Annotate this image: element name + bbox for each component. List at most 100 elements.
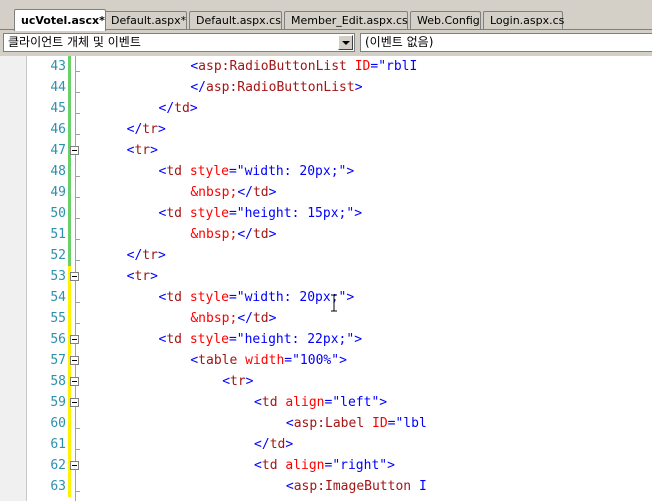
code-line[interactable]: 63 <asp:ImageButton I (0, 476, 652, 497)
change-tracking-bar (68, 308, 71, 329)
line-number: 57 (50, 353, 66, 368)
code-token: &nbsp; (190, 311, 238, 326)
code-token: > (339, 353, 347, 368)
outline-tick (75, 92, 80, 93)
outline-tick (75, 449, 80, 450)
line-number: 62 (50, 458, 66, 473)
code-token: I (411, 479, 427, 494)
collapse-minus-icon[interactable] (70, 461, 79, 470)
code-text: <tr> (222, 371, 253, 392)
code-text: <td style="height: 22px;"> (159, 329, 363, 350)
code-line[interactable]: 60 <asp:Label ID="lbl (0, 413, 652, 434)
code-line[interactable]: 43 <asp:RadioButtonList ID="rblI (0, 56, 652, 77)
code-line[interactable]: 54 <td style="width: 20px;"> (0, 287, 652, 308)
code-token: tr (142, 122, 158, 137)
code-line[interactable]: 48 <td style="width: 20px;"> (0, 161, 652, 182)
tab-ucvotel-ascx[interactable]: ucVotel.ascx* (14, 9, 106, 31)
tab-member-edit-aspx-cs[interactable]: Member_Edit.aspx.cs (284, 11, 408, 29)
collapse-minus-icon[interactable] (70, 146, 79, 155)
tab-login-aspx-cs[interactable]: Login.aspx.cs (483, 11, 564, 29)
code-token: asp:RadioButtonList (198, 59, 347, 74)
code-text: <td style="height: 15px;"> (159, 203, 363, 224)
code-token: </ (158, 101, 175, 116)
tab-default-aspx[interactable]: Default.aspx* (104, 11, 187, 29)
outline-tick (75, 323, 80, 324)
code-line[interactable]: 61 </td> (0, 434, 652, 455)
code-text: <td align="left"> (254, 392, 387, 413)
code-text: </td> (254, 434, 293, 455)
code-token: = (228, 164, 237, 179)
code-token: < (190, 353, 199, 368)
change-tracking-bar (68, 224, 71, 245)
code-line[interactable]: 58 <tr> (0, 371, 652, 392)
code-line[interactable]: 50 <td style="height: 15px;"> (0, 203, 652, 224)
code-editor[interactable]: 43 <asp:RadioButtonList ID="rblI 44 </asp:R… (0, 56, 652, 501)
collapse-minus-icon[interactable] (70, 335, 79, 344)
code-line[interactable]: 56 <td style="height: 22px;"> (0, 329, 652, 350)
code-token: < (254, 395, 262, 410)
collapse-minus-icon[interactable] (70, 398, 79, 407)
code-text: <td style="width: 20px;"> (159, 161, 355, 182)
tab-default-aspx-cs[interactable]: Default.aspx.cs (189, 11, 282, 29)
code-token: > (157, 248, 166, 263)
code-token: "height: 22px;" (236, 332, 355, 347)
change-tracking-bar (68, 287, 71, 308)
code-token: </ (237, 227, 253, 242)
code-token: > (346, 164, 355, 179)
client-object-selector-value: 클라이언트 개체 및 이벤트 (8, 35, 141, 49)
code-line[interactable]: 46 </tr> (0, 119, 652, 140)
code-line[interactable]: 49 &nbsp;</td> (0, 182, 652, 203)
change-tracking-bar (68, 434, 71, 455)
chevron-down-icon[interactable] (338, 35, 353, 50)
line-number: 63 (50, 479, 66, 494)
code-text: <td style="width: 20px;"> (159, 287, 355, 308)
code-line[interactable]: 59 <td align="left"> (0, 392, 652, 413)
code-line[interactable]: 57 <table width="100%"> (0, 350, 652, 371)
code-token: td (166, 206, 182, 221)
tab-web-config[interactable]: Web.Config (410, 11, 481, 29)
code-line[interactable]: 44 </asp:RadioButtonList> (0, 77, 652, 98)
code-token: > (150, 269, 158, 284)
code-line[interactable]: 47 <tr> (0, 140, 652, 161)
code-line[interactable]: 53 <tr> (0, 266, 652, 287)
code-token: </ (126, 248, 143, 263)
event-selector[interactable]: (이벤트 없음) (360, 33, 652, 52)
code-token: </ (254, 437, 270, 452)
collapse-minus-icon[interactable] (70, 377, 79, 386)
code-token: asp:ImageButton (293, 479, 412, 494)
code-token: = (284, 353, 293, 368)
code-line[interactable]: 55 &nbsp;</td> (0, 308, 652, 329)
code-token: > (268, 227, 277, 242)
code-text: &nbsp;</td> (190, 224, 276, 245)
navigation-bar: 클라이언트 개체 및 이벤트 (이벤트 없음) (0, 31, 652, 56)
code-token: asp:Label (293, 416, 365, 431)
client-object-selector[interactable]: 클라이언트 개체 및 이벤트 (3, 33, 355, 52)
outline-tick (75, 134, 80, 135)
code-token: > (379, 395, 388, 410)
code-token: ID (372, 416, 388, 431)
code-line[interactable]: 62 <td align="right"> (0, 455, 652, 476)
code-token: "lbl (395, 416, 427, 431)
code-token: </ (237, 311, 253, 326)
code-token: "right" (332, 458, 388, 473)
code-line[interactable]: 52 </tr> (0, 245, 652, 266)
code-token: style (189, 290, 229, 305)
collapse-minus-icon[interactable] (70, 356, 79, 365)
code-line[interactable]: 45 </td> (0, 98, 652, 119)
code-text: </asp:RadioButtonList> (190, 77, 362, 98)
code-text: <asp:RadioButtonList ID="rblI (190, 56, 417, 77)
code-token: > (189, 101, 198, 116)
code-text: </tr> (127, 245, 166, 266)
line-number: 49 (50, 185, 66, 200)
code-token: "100%" (292, 353, 340, 368)
change-tracking-bar (68, 98, 71, 119)
code-text: <tr> (127, 140, 158, 161)
code-line[interactable]: 51 &nbsp;</td> (0, 224, 652, 245)
code-token: < (222, 374, 231, 389)
code-token: td (166, 332, 182, 347)
code-token: > (285, 437, 294, 452)
code-text: <td align="right"> (254, 455, 395, 476)
collapse-minus-icon[interactable] (70, 272, 79, 281)
